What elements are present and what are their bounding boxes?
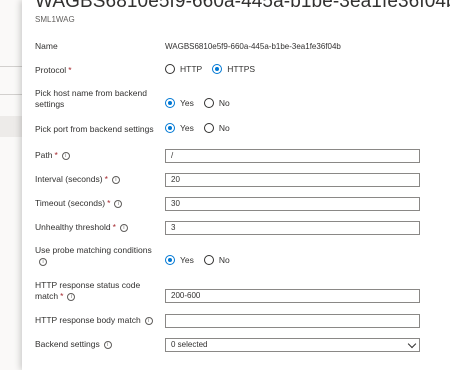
timeout-label: Timeout (seconds) * i [35, 198, 123, 209]
probe-matching-option-yes[interactable]: Yes [165, 255, 194, 265]
timeout-input[interactable]: 30 [165, 197, 420, 211]
protocol-option-label: HTTP [180, 64, 203, 74]
body-match-label: HTTP response body match i [35, 315, 153, 326]
radio-yes[interactable] [165, 123, 175, 133]
radio-https[interactable] [212, 64, 223, 74]
pick-port-radio-group: Yes No [165, 123, 240, 133]
blade-subtitle: SML1WAG [35, 15, 75, 24]
radio-yes[interactable] [165, 255, 175, 265]
radio-http[interactable] [165, 64, 175, 74]
interval-input[interactable]: 20 [165, 173, 420, 187]
option-label: Yes [180, 255, 194, 265]
protocol-option-https[interactable]: HTTPS [212, 64, 255, 74]
protocol-label: Protocol * [35, 65, 72, 75]
chevron-down-icon[interactable] [407, 339, 417, 349]
path-input[interactable]: / [165, 149, 420, 163]
probe-matching-radio-group: Yes No [165, 255, 240, 265]
radio-no[interactable] [203, 98, 214, 108]
pick-port-option-yes[interactable]: Yes [165, 123, 194, 133]
health-probe-blade: WAGBS6810e5f9-660a-445a-b1be-3ea1fe36f04… [22, 0, 450, 370]
option-label: Yes [180, 98, 194, 108]
name-label: Name [35, 41, 58, 51]
protocol-option-http[interactable]: HTTP [165, 64, 202, 74]
required-mark: * [104, 174, 108, 184]
info-icon[interactable]: i [114, 200, 123, 208]
backend-settings-label: Backend settings i [35, 339, 112, 350]
probe-matching-option-no[interactable]: No [203, 255, 230, 265]
option-label: No [218, 255, 230, 265]
pick-port-option-no[interactable]: No [203, 123, 230, 133]
required-mark: * [107, 198, 111, 208]
option-label: Yes [180, 123, 194, 133]
protocol-option-label: HTTPS [227, 64, 256, 74]
name-value: WAGBS6810e5f9-660a-445a-b1be-3ea1fe36f04… [165, 42, 341, 51]
unhealthy-threshold-input[interactable]: 3 [165, 221, 420, 235]
required-mark: * [112, 222, 116, 232]
required-mark: * [60, 291, 64, 301]
required-mark: * [54, 150, 58, 160]
background-divider [0, 66, 22, 67]
pick-host-label: Pick host name from backend settings [35, 88, 147, 109]
option-label: No [218, 123, 230, 133]
radio-yes[interactable] [165, 98, 175, 108]
body-match-input[interactable] [165, 314, 420, 328]
status-code-label: HTTP response status code match * i [35, 280, 141, 301]
radio-no[interactable] [203, 123, 214, 133]
required-mark: * [68, 65, 72, 75]
info-icon[interactable]: i [144, 317, 153, 325]
info-icon[interactable]: i [67, 293, 76, 301]
radio-no[interactable] [203, 255, 214, 265]
unhealthy-threshold-label: Unhealthy threshold * i [35, 222, 128, 233]
pick-host-radio-group: Yes No [165, 98, 240, 108]
pick-host-option-no[interactable]: No [203, 98, 230, 108]
option-label: No [218, 98, 230, 108]
path-label: Path * i [35, 150, 70, 161]
pick-port-label: Pick port from backend settings [35, 124, 154, 134]
info-icon[interactable]: i [39, 258, 47, 266]
blade-title: WAGBS6810e5f9-660a-445a-b1be-3ea1fe36f04… [35, 0, 450, 12]
backend-settings-dropdown[interactable]: 0 selected [165, 338, 420, 352]
background-selected-item[interactable] [0, 116, 22, 137]
backend-settings-value: 0 selected [171, 340, 208, 349]
protocol-radio-group: HTTP HTTPS [165, 64, 265, 74]
info-icon[interactable]: i [119, 224, 128, 232]
info-icon[interactable]: i [103, 341, 112, 349]
probe-matching-label: Use probe matching conditions i [35, 245, 152, 266]
interval-label: Interval (seconds) * i [35, 174, 120, 185]
pick-host-option-yes[interactable]: Yes [165, 98, 194, 108]
status-code-input[interactable]: 200-600 [165, 289, 420, 303]
info-icon[interactable]: i [111, 176, 120, 184]
background-divider [0, 94, 22, 95]
info-icon[interactable]: i [61, 152, 70, 160]
